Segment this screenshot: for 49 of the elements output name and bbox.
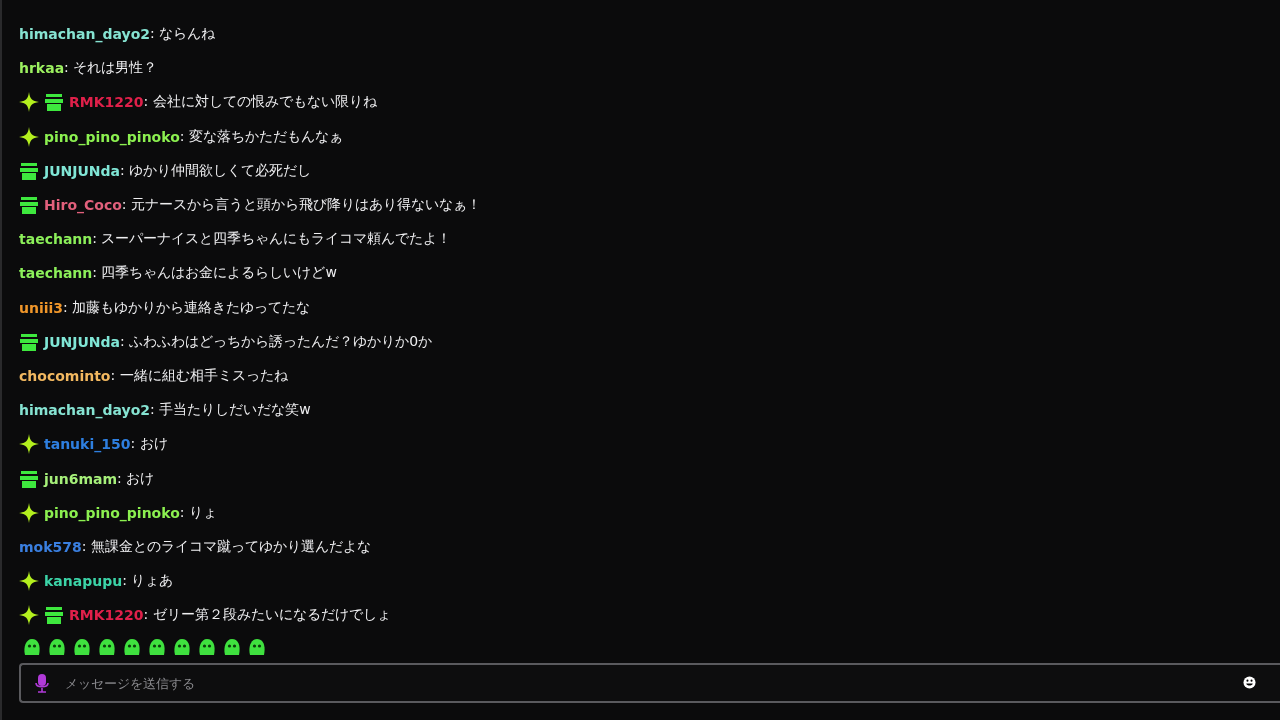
chat-message: : 元ナースから言うと頭から飛び降りはあり得ないなぁ！ [121,196,482,213]
chat-message: : おけ [117,469,155,488]
username[interactable]: tanuki_150 [44,436,131,453]
emote-icon[interactable] [147,637,167,658]
username[interactable]: RMK1220 [69,94,144,111]
chat-message: : 一緒に組む相手ミスったね [110,366,288,385]
emote-icon[interactable] [247,637,267,658]
chat-message: : ゼリー第２段みたいになるだけでしょ [143,606,391,625]
username[interactable]: himachan_dayo2 [19,26,150,43]
microphone-icon[interactable] [35,673,49,694]
emote-icon[interactable] [222,637,242,658]
emote-icon[interactable] [22,637,42,658]
emote-icon[interactable] [197,637,217,658]
username[interactable]: pino_pino_pinoko [44,504,180,521]
chat-message: : 変な落ちかただもんなぁ [179,127,343,144]
chat-message: : 会社に対しての恨みでもない限りね [143,93,377,112]
username[interactable]: chocominto [19,367,111,384]
chat-message: : ならんね [150,25,216,44]
chat-message: : ふわふわはどっちから誘ったんだ？ゆかりか0か [120,332,433,351]
emote-icon[interactable] [72,637,92,658]
message-input-field[interactable]: メッセージを送信する [19,663,1280,704]
emote-icon[interactable] [47,637,67,658]
chat-message: : りょあ [122,572,174,591]
username[interactable]: taechann [19,265,93,282]
chat-message: : 加藤もゆかりから連絡きたゆってたな [63,298,311,317]
username[interactable]: kanapupu [44,573,123,590]
username[interactable]: jun6mam [44,470,118,487]
chat-message: : 無課金とのライコマ蹴ってゆかり選んだよな [81,537,371,556]
emoji-icon[interactable] [1243,676,1256,690]
chat-message: : ゆかり仲間欲しくて必死だし [120,161,312,180]
username[interactable]: Hiro_Coco [44,197,122,214]
chat-message: : 手当たりしだいだな笑w [150,401,311,420]
username[interactable]: pino_pino_pinoko [44,128,180,145]
emote-icon[interactable] [97,637,117,658]
username[interactable]: hrkaa [19,60,65,77]
emote-icon[interactable] [122,637,142,658]
username[interactable]: JUNJUNda [44,162,121,179]
chat-message: : スーパーナイスと四季ちゃんにもライコマ頼んでたよ！ [92,230,452,249]
username[interactable]: uniii3 [19,299,64,316]
username[interactable]: taechann [19,231,93,248]
username[interactable]: himachan_dayo2 [19,402,150,419]
username[interactable]: JUNJUNda [44,333,121,350]
emote-icon[interactable] [172,637,192,658]
username[interactable]: mok578 [19,538,82,555]
username[interactable]: RMK1220 [69,607,144,624]
chat-message: : おけ [130,435,168,452]
chat-message: : 四季ちゃんはお金によるらしいけどw [92,264,337,283]
chat-message: : りょ [179,503,217,520]
chat-message: : それは男性？ [64,59,158,78]
